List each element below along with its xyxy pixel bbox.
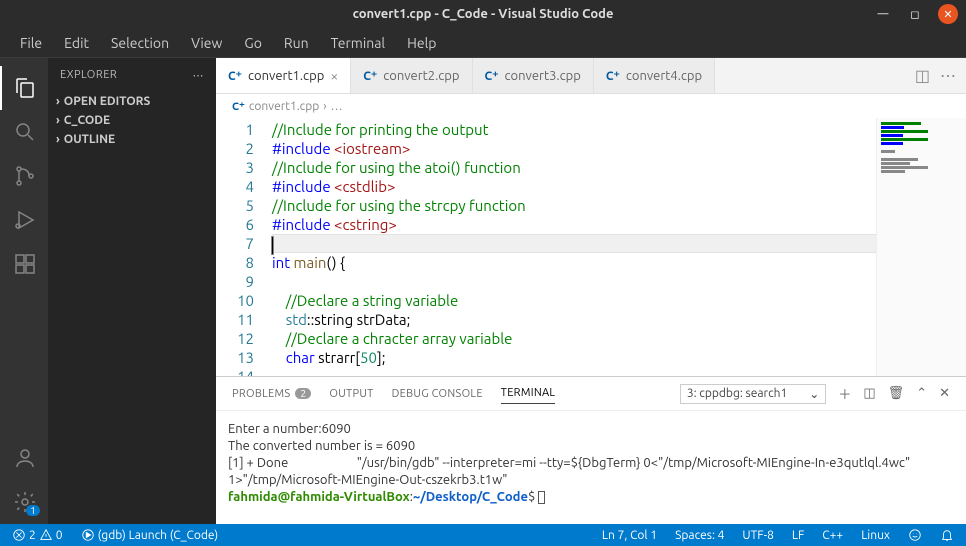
split-editor-icon[interactable]: ◫ (915, 66, 930, 85)
feedback-icon[interactable] (904, 528, 926, 542)
tab-output[interactable]: OUTPUT (329, 384, 373, 404)
menu-go[interactable]: Go (234, 31, 271, 55)
more-icon[interactable]: ⋯ (193, 69, 205, 82)
breadcrumb[interactable]: C⁺ convert1.cpp › … (216, 94, 966, 118)
minimize-button[interactable]: — (874, 5, 892, 23)
new-terminal-icon[interactable]: ＋ (838, 384, 851, 403)
settings-badge: 1 (26, 505, 40, 516)
minimap[interactable] (876, 118, 966, 376)
settings-icon[interactable]: 1 (0, 480, 48, 524)
cpp-file-icon: C⁺ (363, 69, 377, 83)
sidebar-title: EXPLORER (60, 69, 117, 81)
maximize-panel-icon[interactable]: ⌃ (916, 386, 927, 401)
status-spaces[interactable]: Spaces: 4 (671, 529, 728, 542)
chevron-right-icon: › (56, 95, 60, 108)
tab-convert4-cpp[interactable]: C⁺convert4.cpp (594, 58, 715, 93)
status-eol[interactable]: LF (788, 529, 808, 542)
menu-help[interactable]: Help (397, 31, 446, 55)
chevron-right-icon: › (323, 100, 326, 113)
status-os[interactable]: Linux (857, 529, 894, 542)
status-lncol[interactable]: Ln 7, Col 1 (598, 529, 661, 542)
search-icon[interactable] (0, 110, 48, 154)
sidebar: EXPLORER ⋯ ›OPEN EDITORS›C_CODE›OUTLINE (48, 58, 216, 524)
chevron-right-icon: › (56, 133, 60, 146)
extensions-icon[interactable] (0, 242, 48, 286)
trash-icon[interactable]: 🗑 (888, 386, 905, 401)
window-title: convert1.cpp - C_Code - Visual Studio Co… (0, 7, 966, 21)
breadcrumb-file: convert1.cpp (249, 100, 319, 113)
tab-problems[interactable]: PROBLEMS 2 (232, 384, 311, 404)
line-gutter: 1234567891011121314 (216, 118, 272, 376)
sidebar-section-outline[interactable]: ›OUTLINE (48, 130, 216, 149)
menu-selection[interactable]: Selection (101, 31, 179, 55)
cpp-file-icon: C⁺ (606, 69, 620, 83)
close-tab-icon[interactable]: × (330, 68, 338, 84)
tab-debug-console[interactable]: DEBUG CONSOLE (392, 384, 483, 404)
run-debug-icon[interactable] (0, 198, 48, 242)
menu-edit[interactable]: Edit (54, 31, 99, 55)
sidebar-section-c_code[interactable]: ›C_CODE (48, 111, 216, 130)
source-control-icon[interactable] (0, 154, 48, 198)
terminal[interactable]: Enter a number:6090The converted number … (216, 411, 966, 524)
tabbar: C⁺convert1.cpp×C⁺convert2.cppC⁺convert3.… (216, 58, 966, 94)
chevron-right-icon: › (56, 114, 60, 127)
menu-file[interactable]: File (10, 31, 52, 55)
status-launch-config[interactable]: (gdb) Launch (C_Code) (77, 528, 223, 542)
close-panel-icon[interactable]: ✕ (939, 386, 950, 401)
code-editor[interactable]: 1234567891011121314 //Include for printi… (216, 118, 966, 376)
account-icon[interactable] (0, 436, 48, 480)
code-content[interactable]: //Include for printing the output#includ… (272, 118, 966, 376)
tab-terminal[interactable]: TERMINAL (501, 383, 556, 404)
problems-count: 2 (295, 388, 311, 399)
notifications-icon[interactable] (936, 528, 958, 542)
titlebar: convert1.cpp - C_Code - Visual Studio Co… (0, 0, 966, 28)
status-encoding[interactable]: UTF-8 (738, 529, 777, 542)
chevron-down-icon: ⌄ (809, 387, 819, 401)
tab-convert3-cpp[interactable]: C⁺convert3.cpp (473, 58, 594, 93)
cpp-file-icon: C⁺ (228, 69, 242, 83)
terminal-select[interactable]: 3: cppdbg: search1 ⌄ (680, 384, 827, 404)
menubar: FileEditSelectionViewGoRunTerminalHelp (0, 28, 966, 58)
tab-convert2-cpp[interactable]: C⁺convert2.cpp (351, 58, 472, 93)
cpp-file-icon: C⁺ (232, 100, 245, 113)
status-lang[interactable]: C++ (818, 529, 847, 542)
statusbar: 2 0 (gdb) Launch (C_Code) Ln 7, Col 1 Sp… (0, 524, 966, 546)
menu-view[interactable]: View (181, 31, 232, 55)
more-icon: … (331, 100, 343, 113)
menu-terminal[interactable]: Terminal (321, 31, 396, 55)
tab-convert1-cpp[interactable]: C⁺convert1.cpp× (216, 58, 351, 93)
cpp-file-icon: C⁺ (485, 69, 499, 83)
close-button[interactable]: ✕ (938, 4, 958, 24)
split-terminal-icon[interactable]: ◫ (863, 386, 875, 401)
sidebar-section-open-editors[interactable]: ›OPEN EDITORS (48, 92, 216, 111)
status-errors[interactable]: 2 0 (8, 528, 67, 542)
maximize-button[interactable]: ◻ (906, 5, 924, 23)
menu-run[interactable]: Run (274, 31, 319, 55)
bottom-panel: PROBLEMS 2 OUTPUT DEBUG CONSOLE TERMINAL… (216, 376, 966, 524)
explorer-icon[interactable] (0, 66, 48, 110)
more-icon[interactable]: ⋯ (940, 66, 956, 85)
activitybar: 1 (0, 58, 48, 524)
